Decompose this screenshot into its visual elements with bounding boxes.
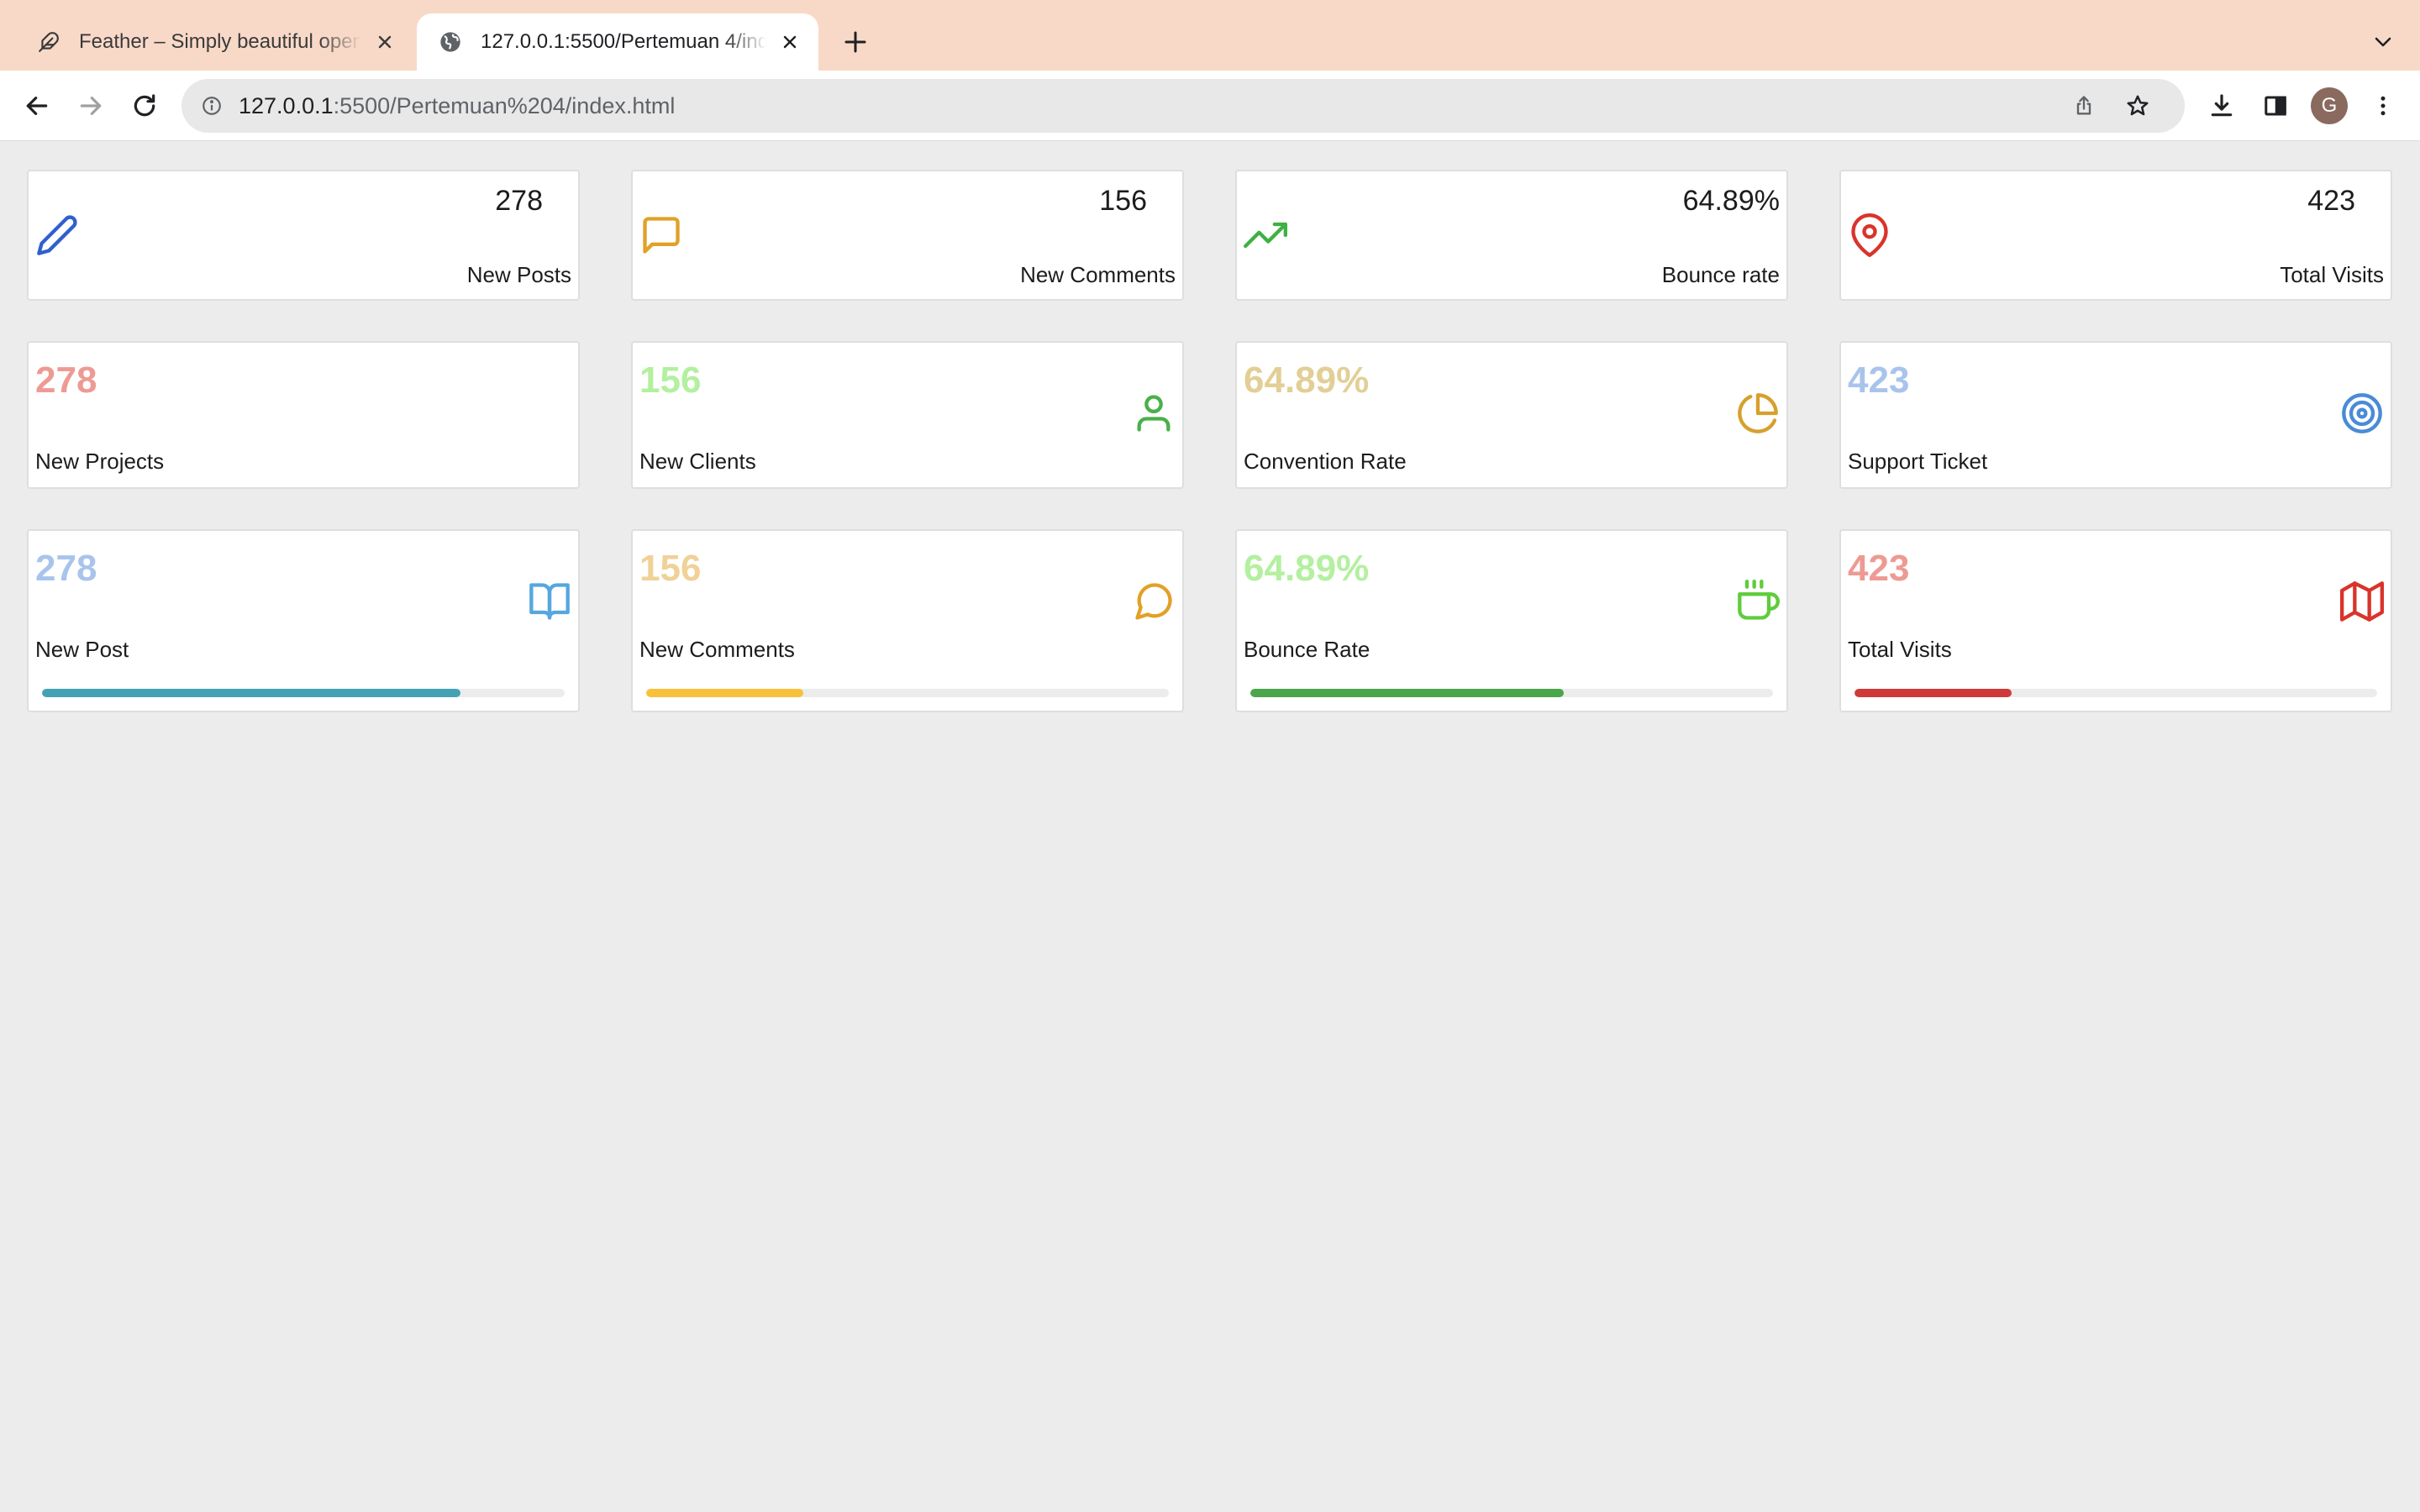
reload-icon[interactable]: [124, 86, 165, 126]
stat-value: 64.89%: [1244, 548, 1370, 589]
stat-value: 278: [35, 548, 97, 589]
download-icon[interactable]: [2202, 86, 2242, 126]
progress-fill: [1854, 689, 2012, 697]
progress-fill: [1250, 689, 1565, 697]
stat-card-new-clients: 156 New Clients: [631, 341, 1184, 489]
pie-chart-icon: [1736, 391, 1780, 435]
map-pin-icon: [1848, 213, 1891, 257]
stat-value: 423: [1848, 360, 1910, 401]
stat-card-convention-rate: 64.89% Convention Rate: [1235, 341, 1788, 489]
stat-value: 278: [495, 185, 543, 217]
stat-value: 156: [639, 360, 702, 401]
progress-card-total-visits: 423 Total Visits: [1839, 529, 2392, 712]
feather-icon: [35, 29, 62, 55]
side-panel-icon[interactable]: [2255, 86, 2296, 126]
stat-card-new-comments: 156 New Comments: [631, 170, 1184, 301]
address-bar[interactable]: 127.0.0.1:5500/Pertemuan%204/index.html: [182, 79, 2185, 133]
tab-feather[interactable]: Feather – Simply beautiful open source i…: [10, 13, 413, 71]
stat-label: New Posts: [466, 262, 571, 287]
profile-avatar[interactable]: G: [2311, 87, 2348, 124]
stat-value: 156: [1099, 185, 1147, 217]
progress-bar: [42, 689, 565, 697]
stat-label: New Comments: [1020, 262, 1176, 287]
stat-label: New Clients: [639, 449, 756, 474]
user-icon: [1132, 391, 1176, 435]
tab-title: 127.0.0.1:5500/Pertemuan 4/index.html: [481, 30, 766, 53]
progress-fill: [646, 689, 803, 697]
progress-bar: [1854, 689, 2377, 697]
tab-search-chevron-down-icon[interactable]: [2365, 24, 2402, 60]
coffee-icon: [1736, 580, 1780, 623]
stat-card-total-visits: 423 Total Visits: [1839, 170, 2392, 301]
browser-toolbar: 127.0.0.1:5500/Pertemuan%204/index.html: [0, 71, 2420, 141]
progress-card-new-post: 278 New Post: [27, 529, 580, 712]
stat-label: Support Ticket: [1848, 449, 1988, 474]
book-open-icon: [528, 580, 571, 623]
site-info-icon[interactable]: [197, 91, 227, 121]
stat-value: 64.89%: [1244, 360, 1370, 401]
tab-title: Feather – Simply beautiful open source i…: [79, 30, 361, 53]
message-square-icon: [639, 213, 683, 257]
edit-pen-icon: [35, 213, 79, 257]
stat-card-support-ticket: 423 Support Ticket: [1839, 341, 2392, 489]
stat-value: 64.89%: [1682, 185, 1780, 217]
forward-arrow-icon[interactable]: [71, 86, 111, 126]
stat-label: Total Visits: [1848, 637, 1952, 662]
bookmark-star-icon[interactable]: [2118, 86, 2158, 126]
close-tab-icon[interactable]: [775, 27, 805, 57]
stat-value: 156: [639, 548, 702, 589]
message-circle-icon: [1132, 580, 1176, 623]
stat-card-new-posts: 278 New Posts: [27, 170, 580, 301]
stat-label: New Comments: [639, 637, 795, 662]
back-arrow-icon[interactable]: [17, 86, 57, 126]
url-text: 127.0.0.1:5500/Pertemuan%204/index.html: [239, 93, 676, 118]
target-icon: [2340, 391, 2384, 435]
stat-card-new-projects: 278 New Projects: [27, 341, 580, 489]
stat-value: 423: [1848, 548, 1910, 589]
progress-bar: [1250, 689, 1773, 697]
stat-label: Total Visits: [2280, 262, 2384, 287]
close-tab-icon[interactable]: [370, 27, 400, 57]
stat-label: New Post: [35, 637, 129, 662]
stat-value: 278: [35, 360, 97, 401]
stat-label: Bounce Rate: [1244, 637, 1370, 662]
stat-label: Convention Rate: [1244, 449, 1407, 474]
stat-label: New Projects: [35, 449, 165, 474]
kebab-menu-icon[interactable]: [2363, 86, 2403, 126]
trending-up-icon: [1244, 213, 1287, 257]
progress-card-bounce-rate: 64.89% Bounce Rate: [1235, 529, 1788, 712]
stat-value: 423: [2307, 185, 2355, 217]
new-tab-button[interactable]: [837, 24, 874, 60]
map-icon: [2340, 580, 2384, 623]
stat-label: Bounce rate: [1661, 262, 1780, 287]
progress-card-new-comments: 156 New Comments: [631, 529, 1184, 712]
stat-card-bounce-rate: 64.89% Bounce rate: [1235, 170, 1788, 301]
progress-bar: [646, 689, 1169, 697]
globe-icon: [437, 29, 464, 55]
tab-local-page[interactable]: 127.0.0.1:5500/Pertemuan 4/index.html: [417, 13, 818, 71]
progress-fill: [42, 689, 460, 697]
tab-strip: Feather – Simply beautiful open source i…: [0, 0, 2420, 71]
share-icon[interactable]: [2064, 86, 2104, 126]
